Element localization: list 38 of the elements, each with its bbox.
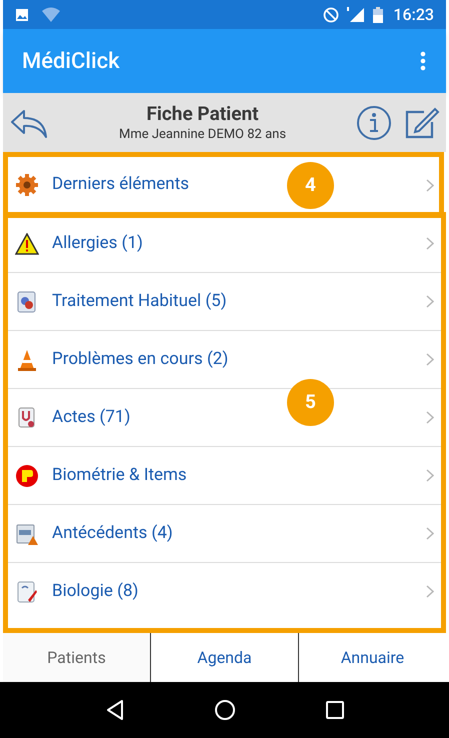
image-icon — [15, 8, 29, 22]
chevron-icon — [426, 527, 434, 540]
chevron-icon — [426, 411, 434, 424]
item-label: Biométrie & Items — [52, 464, 187, 487]
item-label: Allergies (1) — [52, 232, 143, 255]
wifi-icon — [41, 6, 61, 22]
header-subtitle: Mme Jeannine DEMO 82 ans — [118, 126, 286, 144]
chevron-icon — [426, 178, 434, 192]
edit-icon[interactable] — [404, 106, 440, 140]
warning-icon — [15, 232, 39, 254]
recents-icon[interactable] — [324, 700, 344, 720]
item-label: Biologie (8) — [52, 580, 138, 603]
chevron-icon — [426, 295, 434, 308]
item-label: Antécédents (4) — [52, 522, 173, 545]
history-icon — [15, 522, 39, 546]
chevron-icon — [426, 469, 434, 482]
lab-icon — [16, 580, 38, 604]
header-title: Fiche Patient — [146, 102, 259, 126]
chevron-icon — [426, 585, 434, 598]
item-label: Problèmes en cours (2) — [52, 348, 228, 371]
cone-icon — [16, 348, 38, 372]
home-icon[interactable] — [214, 699, 236, 721]
more-icon[interactable] — [420, 51, 426, 71]
gear-icon — [15, 173, 39, 197]
status-time: 16:23 — [393, 4, 434, 26]
battery-icon — [373, 6, 384, 22]
chevron-icon — [426, 353, 434, 366]
item-label: Traitement Habituel (5) — [52, 290, 227, 313]
chevron-icon — [426, 237, 434, 250]
item-label: Derniers éléments — [52, 173, 190, 196]
back-nav-icon[interactable] — [104, 699, 124, 721]
item-label: Actes (71) — [52, 406, 130, 429]
blocked-icon — [323, 6, 340, 22]
info-icon[interactable] — [356, 104, 392, 140]
app-title: MédiClick — [22, 48, 121, 76]
medicine-icon — [16, 290, 38, 314]
signal-icon — [347, 6, 366, 22]
bottom-tab[interactable]: Patients — [3, 633, 150, 682]
